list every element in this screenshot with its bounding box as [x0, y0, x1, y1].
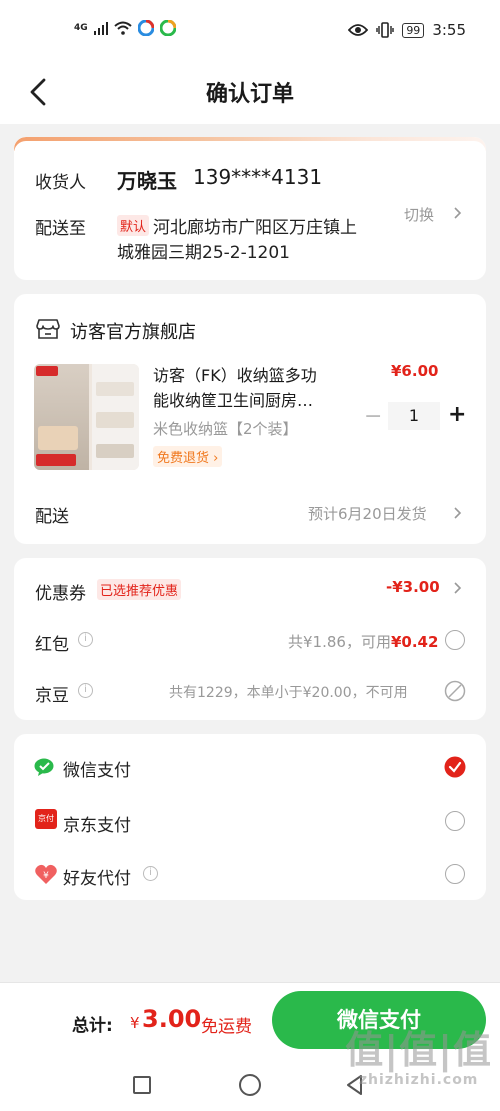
address-line-2: 城雅园三期25-2-1201 [117, 243, 290, 263]
switch-address-link[interactable]: 切换 [404, 204, 434, 225]
info-icon[interactable]: i [78, 683, 93, 698]
payment-option-jd[interactable]: 京付 京东支付 [14, 795, 486, 847]
quantity-value[interactable]: 1 [388, 402, 440, 430]
redpacket-total: 共¥1.86，可用 [288, 633, 391, 651]
payment-label-friend: 好友代付 [63, 869, 131, 889]
total-label: 总计: [72, 1016, 113, 1036]
product-price: ¥6.00 [391, 362, 439, 380]
redpacket-usable-amount: ¥0.42 [390, 633, 439, 651]
payment-card: 微信支付 京付 京东支付 ¥ 好友代付 i [14, 734, 486, 900]
nav-bar: 确认订单 [0, 62, 500, 124]
address-line-1: 河北廊坊市广阳区万庄镇上 [153, 218, 357, 238]
free-shipping-label: 免运费 [201, 1017, 252, 1037]
recipient-label: 收货人 [35, 173, 86, 193]
quantity-plus-button[interactable]: + [448, 402, 466, 427]
chevron-right-icon[interactable] [451, 581, 465, 595]
jingdou-label: 京豆 [35, 686, 69, 706]
checked-radio-icon[interactable] [444, 756, 466, 778]
jd-pay-icon-text: 京付 [38, 814, 54, 823]
app-notification-icon [137, 20, 154, 36]
default-address-tag: 默认 [117, 215, 150, 236]
watermark: 值|值|值 zhizhizhi.com [345, 1028, 492, 1088]
jd-pay-icon: 京付 [35, 809, 57, 829]
friend-pay-radio[interactable] [445, 864, 465, 884]
total-currency: ¥ [130, 1014, 140, 1032]
disabled-radio-icon [444, 680, 466, 702]
recipient-name: 万晓玉 [117, 169, 177, 193]
info-icon[interactable]: i [143, 866, 158, 881]
chevron-right-icon[interactable] [451, 206, 465, 220]
status-bar: 4G 99 3:55 [0, 0, 500, 62]
store-icon [36, 319, 60, 339]
recipient-phone: 139****4131 [193, 165, 323, 189]
svg-text:¥: ¥ [43, 871, 49, 881]
store-card: 访客官方旗舰店 访客（FK）收纳篮多功 能收纳筐卫生间厨房… ¥6.00 米色收… [14, 294, 486, 544]
home-button[interactable] [239, 1074, 261, 1096]
payment-label-wechat: 微信支付 [63, 761, 131, 781]
watermark-site: zhizhizhi.com [358, 1072, 479, 1088]
redpacket-radio[interactable] [445, 630, 465, 650]
coupon-tag: 已选推荐优惠 [97, 579, 182, 600]
clock: 3:55 [432, 21, 466, 39]
status-icons-right: 99 3:55 [348, 21, 466, 39]
free-return-tag[interactable]: 免费退货 › [153, 446, 223, 467]
jingdou-value: 共有1229，本单小于¥20.00，不可用 [169, 685, 408, 701]
shipping-label: 配送 [35, 507, 69, 527]
quantity-minus-button[interactable]: − [364, 404, 382, 429]
wechat-pay-icon [34, 758, 54, 776]
jd-pay-radio[interactable] [445, 811, 465, 831]
coupon-value[interactable]: -¥3.00 [386, 578, 440, 596]
redpacket-label: 红包 [35, 635, 69, 655]
address-card[interactable]: 收货人 万晓玉 139****4131 配送至 默认 河北廊坊市广阳区万庄镇上 … [14, 137, 486, 280]
payment-label-jd: 京东支付 [63, 816, 131, 836]
status-icons-left: 4G [74, 20, 176, 36]
network-type: 4G [74, 22, 88, 33]
battery-indicator: 99 [402, 22, 425, 38]
discounts-card: 优惠券 已选推荐优惠 -¥3.00 红包 i 共¥1.86，可用¥0.42 京豆… [14, 558, 486, 720]
redpacket-value: 共¥1.86，可用¥0.42 [288, 631, 438, 652]
payment-option-friend[interactable]: ¥ 好友代付 i [14, 850, 486, 902]
deliver-to-label: 配送至 [35, 219, 86, 239]
shipping-value[interactable]: 预计6月20日发货 [308, 503, 427, 524]
heart-pay-icon: ¥ [35, 864, 57, 884]
watermark-logo: 值|值|值 [345, 1028, 492, 1072]
wifi-icon [113, 21, 132, 35]
free-return-label: 免费退货 [157, 451, 210, 466]
vibrate-icon [376, 22, 395, 38]
store-name[interactable]: 访客官方旗舰店 [70, 318, 196, 344]
app-notification-icon-2 [159, 20, 176, 36]
payment-option-wechat[interactable]: 微信支付 [14, 740, 486, 792]
total-amount: 3.00 [142, 1005, 202, 1033]
eye-icon [348, 24, 369, 36]
product-title-line-1[interactable]: 访客（FK）收纳篮多功 [153, 362, 317, 386]
recent-apps-button[interactable] [133, 1076, 151, 1094]
signal-icon [93, 21, 108, 35]
product-spec[interactable]: 米色收纳篮【2个装】 [153, 418, 298, 439]
product-title-line-2[interactable]: 能收纳筐卫生间厨房… [153, 387, 313, 411]
product-image[interactable] [34, 364, 139, 470]
chevron-right-icon[interactable] [451, 506, 465, 520]
info-icon[interactable]: i [78, 632, 93, 647]
coupon-label: 优惠券 [35, 584, 86, 604]
page-title: 确认订单 [205, 82, 294, 107]
